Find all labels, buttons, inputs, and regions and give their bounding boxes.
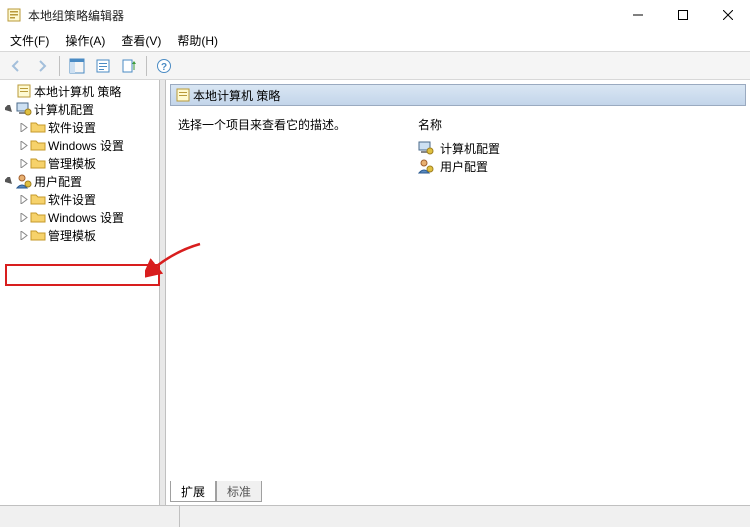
properties-button[interactable] (91, 54, 115, 78)
expander-icon[interactable] (2, 102, 16, 116)
tree-item-label: 计算机配置 (34, 101, 94, 118)
policy-icon (175, 87, 191, 103)
tree-item-label: Windows 设置 (48, 209, 124, 226)
tree-item-software[interactable]: 软件设置 (14, 118, 159, 136)
details-description: 选择一个项目来查看它的描述。 (178, 116, 378, 473)
toolbar-separator (146, 56, 147, 76)
expander-icon[interactable] (16, 228, 30, 242)
tree-item-label: 用户配置 (34, 173, 82, 190)
toolbar-separator (59, 56, 60, 76)
tree-item-label: 管理模板 (48, 227, 96, 244)
folder-icon (30, 155, 46, 171)
list-item[interactable]: 用户配置 (418, 157, 738, 175)
policy-icon (16, 83, 32, 99)
content-area: 本地计算机 策略 计算机配置 软件设置 Windows 设置 管理模板 (0, 80, 750, 505)
details-body: 选择一个项目来查看它的描述。 名称 计算机配置 用户配置 (166, 108, 750, 481)
column-header-name[interactable]: 名称 (418, 116, 738, 133)
tab-bar: 扩展 标准 (170, 481, 750, 505)
expander-icon[interactable] (2, 84, 16, 98)
details-header-title: 本地计算机 策略 (193, 87, 280, 104)
list-item-label: 计算机配置 (440, 140, 500, 157)
expander-icon[interactable] (16, 192, 30, 206)
maximize-button[interactable] (660, 0, 705, 30)
tree-item-templates[interactable]: 管理模板 (14, 154, 159, 172)
close-button[interactable] (705, 0, 750, 30)
menu-bar: 文件(F) 操作(A) 查看(V) 帮助(H) (0, 30, 750, 52)
computer-icon (16, 101, 32, 117)
status-segment (0, 506, 180, 527)
app-icon (6, 7, 22, 23)
tree-item-label: 管理模板 (48, 155, 96, 172)
back-button (4, 54, 28, 78)
tree-item-label: 软件设置 (48, 119, 96, 136)
expander-icon[interactable] (2, 174, 16, 188)
computer-icon (418, 140, 434, 156)
tree-item-software[interactable]: 软件设置 (14, 190, 159, 208)
tree-panel[interactable]: 本地计算机 策略 计算机配置 软件设置 Windows 设置 管理模板 (0, 80, 160, 505)
status-bar (0, 505, 750, 527)
folder-icon (30, 227, 46, 243)
tree-item-label: Windows 设置 (48, 137, 124, 154)
toolbar: ? (0, 52, 750, 80)
tree-item-label: 本地计算机 策略 (34, 83, 121, 100)
details-list: 名称 计算机配置 用户配置 (418, 116, 738, 473)
help-button[interactable]: ? (152, 54, 176, 78)
window-title: 本地组策略编辑器 (28, 7, 124, 24)
show-hide-tree-button[interactable] (65, 54, 89, 78)
tree-item-templates[interactable]: 管理模板 (14, 226, 159, 244)
forward-button (30, 54, 54, 78)
menu-view[interactable]: 查看(V) (115, 30, 167, 51)
tree-item-computer-config[interactable]: 计算机配置 (0, 100, 159, 118)
minimize-button[interactable] (615, 0, 660, 30)
menu-action[interactable]: 操作(A) (59, 30, 111, 51)
user-icon (16, 173, 32, 189)
export-list-button[interactable] (117, 54, 141, 78)
title-bar: 本地组策略编辑器 (0, 0, 750, 30)
menu-help[interactable]: 帮助(H) (171, 30, 224, 51)
expander-icon[interactable] (16, 138, 30, 152)
list-item-label: 用户配置 (440, 158, 488, 175)
tree-item-user-config[interactable]: 用户配置 (0, 172, 159, 190)
svg-text:?: ? (161, 62, 167, 73)
tree-root[interactable]: 本地计算机 策略 (0, 82, 159, 100)
folder-icon (30, 191, 46, 207)
tree-item-windows[interactable]: Windows 设置 (14, 136, 159, 154)
folder-icon (30, 119, 46, 135)
expander-icon[interactable] (16, 156, 30, 170)
folder-icon (30, 137, 46, 153)
expander-icon[interactable] (16, 210, 30, 224)
menu-file[interactable]: 文件(F) (4, 30, 55, 51)
tree-item-label: 软件设置 (48, 191, 96, 208)
list-item[interactable]: 计算机配置 (418, 139, 738, 157)
user-icon (418, 158, 434, 174)
window-controls (615, 0, 750, 30)
details-header: 本地计算机 策略 (170, 84, 746, 106)
details-panel: 本地计算机 策略 选择一个项目来查看它的描述。 名称 计算机配置 用户配置 (166, 80, 750, 505)
tab-standard[interactable]: 标准 (216, 481, 262, 502)
folder-icon (30, 209, 46, 225)
tree-item-windows[interactable]: Windows 设置 (14, 208, 159, 226)
tab-extended[interactable]: 扩展 (170, 481, 216, 502)
expander-icon[interactable] (16, 120, 30, 134)
